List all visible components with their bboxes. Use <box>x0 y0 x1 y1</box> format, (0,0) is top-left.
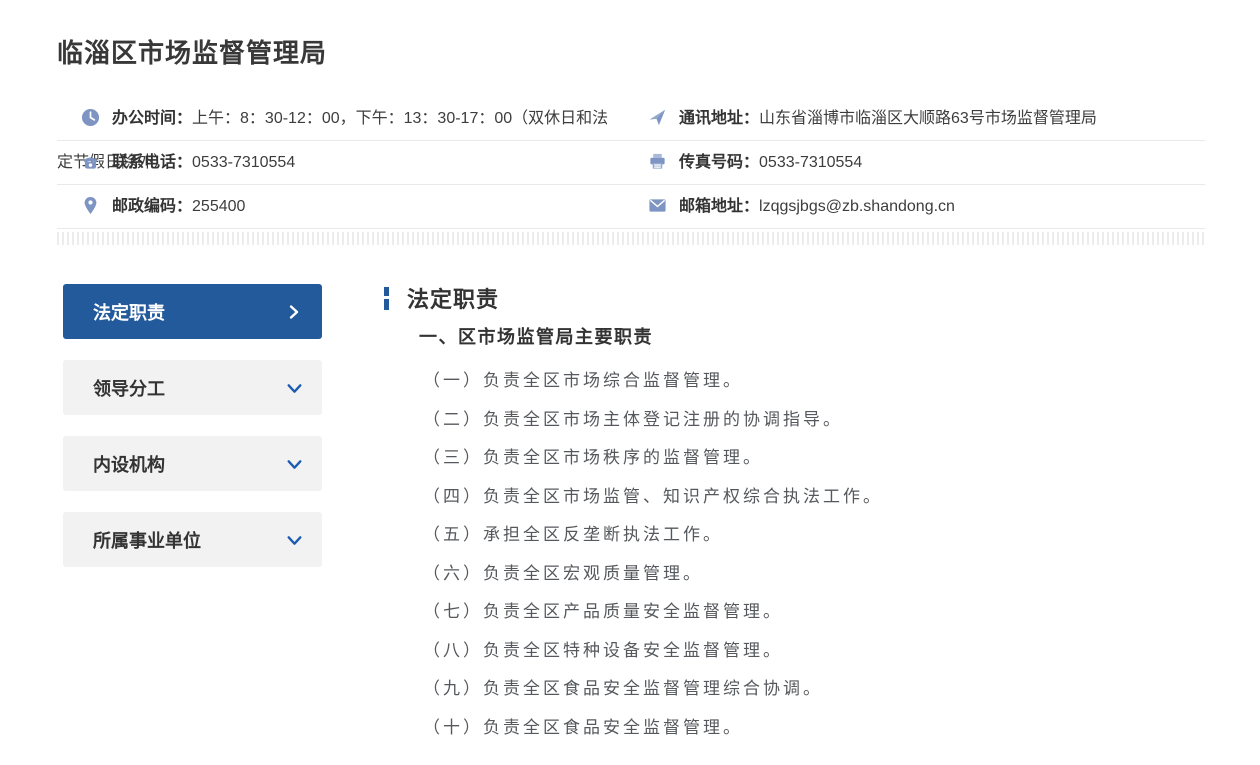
send-icon <box>648 101 667 126</box>
dashed-divider <box>57 232 1205 245</box>
pin-icon <box>81 189 100 215</box>
duty-item: （二）负责全区市场主体登记注册的协调指导。 <box>423 409 843 429</box>
address-label: 通讯地址： <box>679 110 760 127</box>
duty-item: （六）负责全区宏观质量管理。 <box>423 563 703 583</box>
content-title: 法定职责 <box>407 287 500 312</box>
clock-icon <box>81 101 100 127</box>
duty-item: （三）负责全区市场秩序的监督管理。 <box>423 448 763 467</box>
duty-item: （四）负责全区市场监管、知识产权综合执法工作。 <box>423 486 883 506</box>
chevron-down-icon <box>286 380 302 396</box>
duty-item: （十）负责全区食品安全监督管理。 <box>423 717 743 737</box>
contact-postal-code: 邮政编码：255400 <box>57 185 612 229</box>
contact-email: 邮箱地址：lzqgsjbgs@zb.shandong.cn <box>612 185 1205 229</box>
duties-list: （一）负责全区市场综合监督管理。 （二）负责全区市场主体登记注册的协调指导。 （… <box>423 362 1205 747</box>
sidebar-item-internal-orgs[interactable]: 内设机构 <box>63 436 322 491</box>
email-value: lzqgsjbgs@zb.shandong.cn <box>759 198 955 215</box>
content-area: 法定职责 一、区市场监管局主要职责 （一）负责全区市场综合监督管理。 （二）负责… <box>384 284 1205 747</box>
contact-office-hours: 办公时间：上午：8：30-12：00，下午：13：30-17：00（双休日和法定… <box>57 97 612 171</box>
fax-label: 传真号码： <box>679 154 760 171</box>
title-bar-icon <box>384 286 389 310</box>
contact-info-section: 办公时间：上午：8：30-12：00，下午：13：30-17：00（双休日和法定… <box>57 97 1205 229</box>
page: 临淄区市场监督管理局 办公时间：上午：8：30-12：00，下午：13：30-1… <box>0 33 1260 747</box>
page-title: 临淄区市场监督管理局 <box>57 38 328 68</box>
duty-item: （九）负责全区食品安全监督管理综合协调。 <box>423 679 823 698</box>
postal-code-value: 255400 <box>192 198 246 215</box>
sidebar-item-label: 所属事业单位 <box>93 530 201 551</box>
sidebar-item-legal-duties[interactable]: 法定职责 <box>63 284 322 339</box>
contact-fax: 传真号码：0533-7310554 <box>612 141 1205 185</box>
email-label: 邮箱地址： <box>679 198 760 215</box>
phone-label: 联系电话： <box>112 154 193 171</box>
sidebar-item-affiliated-units[interactable]: 所属事业单位 <box>63 512 322 567</box>
chevron-down-icon <box>286 456 302 472</box>
phone-value: 0533-7310554 <box>192 154 296 171</box>
sidebar-item-label: 法定职责 <box>93 302 165 323</box>
content-header: 法定职责 <box>384 285 1205 312</box>
sidebar-item-label: 领导分工 <box>93 378 165 399</box>
phone-icon <box>81 145 100 169</box>
section-heading: 一、区市场监管局主要职责 <box>419 327 653 347</box>
address-value: 山东省淄博市临淄区大顺路63号市场监督管理局 <box>759 110 1097 127</box>
postal-code-label: 邮政编码： <box>112 198 193 215</box>
fax-icon <box>648 145 667 169</box>
mail-icon <box>648 189 667 212</box>
fax-value: 0533-7310554 <box>759 154 863 171</box>
contact-phone: 联系电话：0533-7310554 <box>57 141 612 185</box>
sidebar-item-label: 内设机构 <box>93 454 165 475</box>
chevron-right-icon <box>286 304 302 320</box>
duty-item: （一）负责全区市场综合监督管理。 <box>423 371 743 390</box>
duty-item: （五）承担全区反垄断执法工作。 <box>423 525 723 544</box>
sidebar-item-leadership[interactable]: 领导分工 <box>63 360 322 415</box>
contact-address: 通讯地址：山东省淄博市临淄区大顺路63号市场监督管理局 <box>612 97 1205 141</box>
duty-item: （七）负责全区产品质量安全监督管理。 <box>423 602 783 621</box>
sidebar: 法定职责 领导分工 内设机构 所属事业单位 <box>63 284 322 747</box>
office-hours-label: 办公时间： <box>112 110 193 127</box>
chevron-down-icon <box>286 532 302 548</box>
duty-item: （八）负责全区特种设备安全监督管理。 <box>423 640 783 660</box>
